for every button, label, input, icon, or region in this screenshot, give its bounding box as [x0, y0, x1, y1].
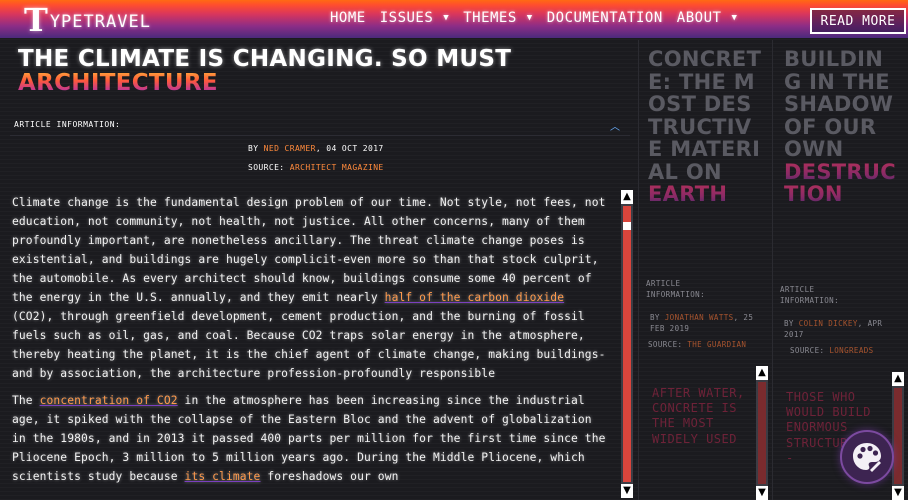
card-info-label: ARTICLE INFORMATION:	[646, 279, 705, 299]
paragraph-text: foreshadows our own	[260, 470, 399, 483]
card-title[interactable]: CONCRETE: THE MOST DESTRUCTIVE MATERIAL …	[648, 48, 762, 206]
top-navbar: T YPETRAVEL HOME ISSUES ▼ THEMES ▼ DOCUM…	[0, 0, 908, 38]
card-source: SOURCE: LONGREADS	[790, 345, 902, 356]
scroll-up-icon[interactable]: ▲	[892, 372, 904, 386]
author-link[interactable]: NED CRAMER	[264, 144, 316, 153]
byline-prefix: BY	[650, 313, 660, 322]
chevron-up-icon[interactable]: ︿	[610, 118, 620, 133]
source-prefix: SOURCE:	[790, 346, 825, 355]
article-paragraph: Climate change is the fundamental design…	[12, 193, 612, 383]
author-link[interactable]: COLIN DICKEY	[799, 319, 858, 328]
scroll-down-icon[interactable]: ▼	[892, 486, 904, 500]
menu-documentation[interactable]: DOCUMENTATION	[547, 10, 663, 26]
article-source: SOURCE: ARCHITECT MAGAZINE	[248, 163, 384, 172]
source-link[interactable]: THE GUARDIAN	[687, 340, 746, 349]
scroll-track[interactable]	[623, 206, 631, 482]
theme-palette-button[interactable]	[840, 430, 894, 484]
card-source: SOURCE: THE GUARDIAN	[648, 339, 760, 350]
logo-text: YPETRAVEL	[49, 12, 151, 32]
article-title-accent: ARCHITECTURE	[18, 70, 218, 96]
column-divider	[772, 40, 773, 500]
article-byline: BY NED CRAMER, 04 OCT 2017	[248, 144, 384, 153]
scroll-down-icon[interactable]: ▼	[756, 486, 768, 500]
climate-link[interactable]: its climate	[185, 470, 261, 483]
source-link[interactable]: LONGREADS	[829, 346, 873, 355]
card-title-text: BUILDING IN THE SHADOW OF OUR OWN	[784, 47, 894, 161]
menu-about[interactable]: ABOUT ▼	[677, 10, 738, 26]
scroll-track[interactable]	[758, 382, 766, 484]
card-scrollbar[interactable]: ▲ ▼	[892, 372, 904, 500]
source-prefix: SOURCE:	[248, 163, 285, 172]
article-title: THE CLIMATE IS CHANGING. SO MUST	[18, 46, 512, 72]
card-byline: BY JONATHAN WATTS, 25 FEB 2019	[650, 312, 762, 334]
menu-label: DOCUMENTATION	[546, 10, 663, 26]
paragraph-text: Climate change is the fundamental design…	[12, 196, 606, 304]
scroll-track[interactable]	[894, 388, 902, 484]
scroll-down-icon[interactable]: ▼	[621, 484, 633, 498]
article-paragraph: The concentration of CO2 in the atmosphe…	[12, 391, 612, 486]
co2-concentration-link[interactable]: concentration of CO2	[40, 394, 178, 407]
scroll-up-icon[interactable]: ▲	[621, 190, 633, 204]
paragraph-text: The	[12, 394, 40, 407]
card-scrollbar[interactable]: ▲ ▼	[756, 366, 768, 500]
caret-down-icon: ▼	[443, 13, 450, 23]
caret-down-icon: ▼	[731, 13, 738, 23]
article-date: , 04 OCT 2017	[315, 144, 384, 153]
byline-prefix: BY	[784, 319, 794, 328]
article-scrollbar[interactable]: ▲ ▼	[621, 190, 633, 498]
menu-label: HOME	[330, 10, 366, 26]
main-menu: HOME ISSUES ▼ THEMES ▼ DOCUMENTATION ABO…	[330, 10, 751, 26]
scroll-up-icon[interactable]: ▲	[756, 366, 768, 380]
menu-issues[interactable]: ISSUES ▼	[380, 10, 450, 26]
byline-prefix: BY	[248, 144, 259, 153]
column-divider	[638, 40, 639, 500]
menu-home[interactable]: HOME	[330, 10, 366, 26]
menu-label: ABOUT	[676, 10, 722, 26]
menu-label: THEMES	[463, 10, 517, 26]
paragraph-text: (CO2), through greenfield development, c…	[12, 310, 606, 380]
caret-down-icon: ▼	[526, 13, 533, 23]
article-body: Climate change is the fundamental design…	[12, 193, 612, 494]
menu-label: ISSUES	[379, 10, 434, 26]
logo-initial: T	[24, 1, 48, 39]
scroll-thumb[interactable]	[623, 222, 631, 230]
palette-icon	[853, 443, 881, 472]
menu-themes[interactable]: THEMES ▼	[463, 10, 533, 26]
site-logo[interactable]: T YPETRAVEL	[24, 4, 151, 36]
card-title-accent: DESTRUCTION	[784, 159, 896, 206]
article-info-toggle[interactable]: ARTICLE INFORMATION: ︿	[10, 114, 630, 136]
card-title-text: CONCRETE: THE MOST DESTRUCTIVE MATERIAL …	[648, 47, 762, 184]
card-title-accent: EARTH	[648, 182, 728, 206]
article-info-label: ARTICLE INFORMATION:	[14, 120, 121, 129]
card-info-label: ARTICLE INFORMATION:	[780, 285, 839, 305]
author-link[interactable]: JONATHAN WATTS	[665, 313, 734, 322]
card-title[interactable]: BUILDING IN THE SHADOW OF OUR OWN DESTRU…	[784, 48, 896, 206]
card-excerpt: AFTER WATER, CONCRETE IS THE MOST WIDELY…	[652, 386, 745, 446]
source-link[interactable]: ARCHITECT MAGAZINE	[290, 163, 384, 172]
source-prefix: SOURCE:	[648, 340, 683, 349]
read-more-button[interactable]: READ MORE	[810, 8, 906, 34]
card-byline: BY COLIN DICKEY, APR 2017	[784, 318, 898, 340]
carbon-dioxide-link[interactable]: half of the carbon dioxide	[385, 291, 564, 304]
